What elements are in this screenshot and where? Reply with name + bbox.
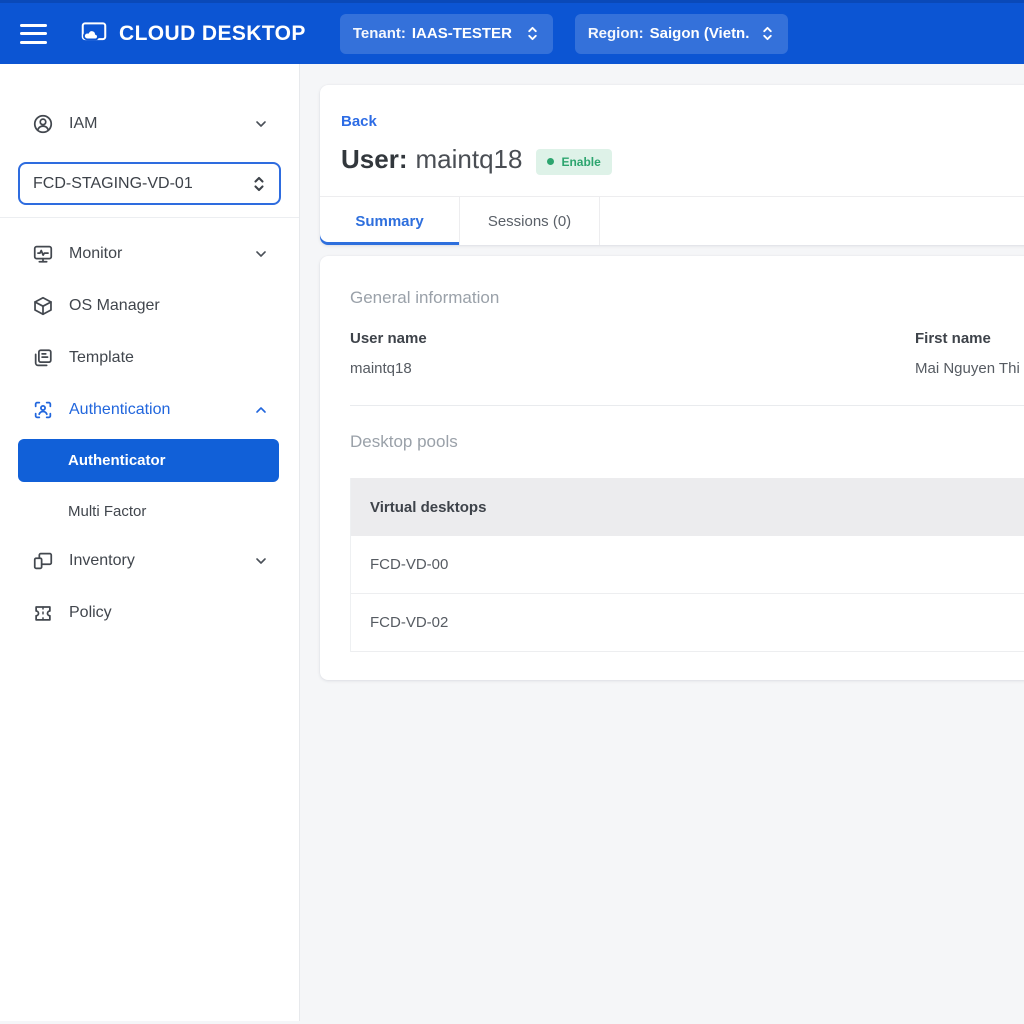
sidebar-item-authentication[interactable]: Authentication bbox=[0, 384, 299, 436]
tab-label: Summary bbox=[355, 213, 423, 230]
chevron-updown-icon bbox=[750, 25, 775, 42]
tenant-value: IAAS-TESTER bbox=[412, 25, 512, 42]
tab-sessions[interactable]: Sessions (0) bbox=[460, 197, 600, 245]
sidebar-item-label: Monitor bbox=[69, 245, 122, 263]
virtual-desktops-table: Virtual desktops FCD-VD-00 FCD-VD-02 bbox=[350, 478, 1024, 652]
table-row[interactable]: FCD-VD-02 bbox=[351, 594, 1024, 652]
table-cell: FCD-VD-00 bbox=[370, 556, 448, 573]
topbar: CLOUD DESKTOP Tenant: IAAS-TESTER Region… bbox=[0, 0, 1024, 64]
sidebar-item-label: Inventory bbox=[69, 552, 135, 570]
field-value: Mai Nguyen Thi bbox=[915, 360, 1024, 377]
sidebar-item-os-manager[interactable]: OS Manager bbox=[0, 280, 299, 332]
tab-bar: Summary Sessions (0) bbox=[320, 196, 1024, 245]
tenant-dropdown[interactable]: Tenant: IAAS-TESTER bbox=[340, 14, 553, 54]
field-value: maintq18 bbox=[350, 360, 915, 377]
chevron-down-icon bbox=[253, 246, 269, 262]
chevron-updown-icon bbox=[251, 174, 267, 194]
brand: CLOUD DESKTOP bbox=[79, 20, 306, 47]
status-dot-icon bbox=[547, 158, 554, 165]
table-row[interactable]: FCD-VD-00 bbox=[351, 536, 1024, 594]
brand-title: CLOUD DESKTOP bbox=[119, 22, 306, 46]
field-first-name: First name Mai Nguyen Thi bbox=[915, 330, 1024, 377]
sidebar-item-iam[interactable]: IAM bbox=[0, 98, 299, 150]
monitor-icon bbox=[32, 243, 54, 265]
chevron-up-icon bbox=[253, 402, 269, 418]
sidebar-item-inventory[interactable]: Inventory bbox=[0, 535, 299, 587]
sidebar-item-policy[interactable]: Policy bbox=[0, 587, 299, 639]
section-divider bbox=[350, 405, 1024, 406]
desktop-pools-heading: Desktop pools bbox=[350, 432, 1024, 452]
sidebar-item-label: Template bbox=[69, 349, 134, 367]
page-title-value: maintq18 bbox=[415, 144, 522, 174]
chevron-updown-icon bbox=[515, 25, 540, 42]
field-user-name: User name maintq18 bbox=[350, 330, 915, 377]
chevron-down-icon bbox=[253, 553, 269, 569]
user-header-card: Back User: maintq18 Enable Summary Sessio… bbox=[320, 85, 1024, 245]
region-dropdown[interactable]: Region: Saigon (Vietn... bbox=[575, 14, 788, 54]
summary-card: General information User name maintq18 F… bbox=[320, 256, 1024, 680]
region-value: Saigon (Vietn... bbox=[650, 25, 750, 42]
sidebar-item-label: OS Manager bbox=[69, 297, 160, 315]
status-badge-label: Enable bbox=[561, 155, 600, 169]
sidebar-item-monitor[interactable]: Monitor bbox=[0, 228, 299, 280]
back-link[interactable]: Back bbox=[341, 113, 377, 130]
package-box-icon bbox=[32, 295, 54, 317]
ticket-policy-icon bbox=[32, 602, 54, 624]
sidebar-subitem-authenticator[interactable]: Authenticator bbox=[18, 439, 279, 482]
copy-template-icon bbox=[32, 347, 54, 369]
hamburger-menu-icon[interactable] bbox=[20, 24, 47, 44]
sidebar-divider bbox=[0, 217, 299, 218]
sidebar-subitem-multi-factor[interactable]: Multi Factor bbox=[0, 488, 299, 535]
sidebar-item-label: Policy bbox=[69, 604, 112, 622]
authentication-scan-person-icon bbox=[32, 399, 54, 421]
desktop-pool-selector-value: FCD-STAGING-VD-01 bbox=[33, 175, 193, 193]
sidebar-item-template[interactable]: Template bbox=[0, 332, 299, 384]
general-information-fields: User name maintq18 First name Mai Nguyen… bbox=[350, 330, 1024, 377]
sidebar-item-label: IAM bbox=[69, 115, 97, 133]
tab-summary[interactable]: Summary bbox=[320, 197, 460, 245]
general-information-heading: General information bbox=[350, 288, 1024, 308]
sidebar: IAM FCD-STAGING-VD-01 Monitor bbox=[0, 64, 300, 1021]
tab-label: Sessions (0) bbox=[488, 213, 571, 230]
table-header: Virtual desktops bbox=[351, 478, 1024, 536]
page-title: User: maintq18 bbox=[341, 144, 522, 175]
region-label: Region: bbox=[588, 25, 644, 42]
table-cell: FCD-VD-02 bbox=[370, 614, 448, 631]
field-label: First name bbox=[915, 330, 1024, 347]
sidebar-subitem-label: Authenticator bbox=[68, 452, 166, 469]
page-title-label: User: bbox=[341, 144, 407, 174]
cloud-desktop-logo-icon bbox=[79, 20, 109, 47]
sidebar-subitem-label: Multi Factor bbox=[68, 503, 146, 520]
devices-icon bbox=[32, 550, 54, 572]
tenant-label: Tenant: bbox=[353, 25, 406, 42]
user-circle-icon bbox=[32, 113, 54, 135]
desktop-pool-selector[interactable]: FCD-STAGING-VD-01 bbox=[18, 162, 281, 205]
sidebar-item-label: Authentication bbox=[69, 401, 170, 419]
status-badge: Enable bbox=[536, 149, 611, 175]
main-content: Back User: maintq18 Enable Summary Sessio… bbox=[300, 64, 1024, 1021]
field-label: User name bbox=[350, 330, 915, 347]
chevron-down-icon bbox=[253, 116, 269, 132]
